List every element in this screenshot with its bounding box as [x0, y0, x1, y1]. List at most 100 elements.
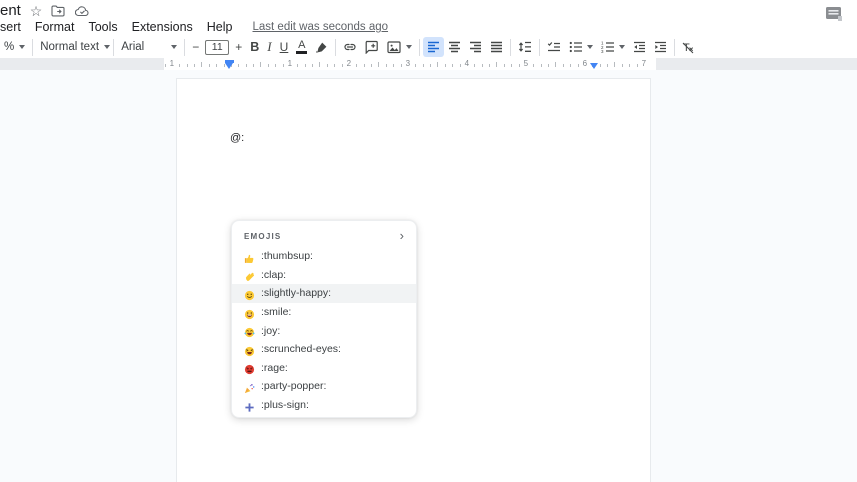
- increase-indent-icon: [655, 41, 667, 53]
- text-color-button[interactable]: A: [292, 37, 311, 57]
- emoji-list: :thumbsup::clap::slightly-happy::smile::…: [232, 247, 416, 414]
- insert-image-button[interactable]: [383, 37, 416, 57]
- emoji-suggestion-menu: EMOJIS › :thumbsup::clap::slightly-happy…: [231, 220, 417, 418]
- insert-link-button[interactable]: [339, 37, 361, 57]
- scrunched-eyes-emoji: [244, 344, 255, 356]
- bold-button[interactable]: B: [246, 37, 263, 57]
- clap-emoji: [244, 269, 255, 282]
- font-size-input[interactable]: 11: [205, 39, 230, 55]
- chevron-down-icon: [406, 45, 413, 49]
- font-size-increase-button[interactable]: +: [231, 37, 246, 57]
- highlighter-pen-icon: [316, 42, 327, 53]
- font-size-decrease-button[interactable]: −: [188, 37, 203, 57]
- divider: [419, 38, 421, 56]
- emoji-item-label: :clap:: [261, 268, 287, 281]
- image-icon: [387, 40, 401, 53]
- line-spacing-button[interactable]: [514, 37, 536, 57]
- comment-plus-icon: [365, 40, 379, 54]
- align-left-button[interactable]: [423, 37, 445, 57]
- divider: [335, 38, 337, 56]
- numbered-list-icon: 123: [601, 41, 615, 53]
- chevron-down-icon: [104, 45, 111, 49]
- chevron-down-icon: [171, 45, 178, 49]
- divider: [510, 38, 512, 56]
- highlight-color-button[interactable]: [311, 37, 332, 57]
- line-spacing-icon: [519, 41, 532, 52]
- emoji-item-slightly-happy[interactable]: :slightly-happy:: [232, 284, 416, 303]
- emoji-item-plus-sign[interactable]: :plus-sign:: [232, 396, 416, 415]
- divider: [674, 38, 676, 56]
- link-icon: [344, 43, 356, 51]
- add-comment-button[interactable]: [361, 37, 383, 57]
- align-center-button[interactable]: [444, 37, 465, 57]
- menu-format[interactable]: Format: [35, 20, 75, 34]
- emoji-item-joy[interactable]: :joy:: [232, 321, 416, 340]
- align-left-icon: [428, 41, 440, 53]
- star-icon[interactable]: ☆: [28, 3, 44, 19]
- document-text[interactable]: @:: [230, 132, 244, 144]
- emoji-item-label: :thumbsup:: [261, 250, 313, 263]
- chevron-down-icon: [19, 45, 26, 49]
- chevron-down-icon: [619, 45, 626, 49]
- emoji-item-label: :party-popper:: [261, 380, 327, 393]
- font-select[interactable]: Arial: [117, 37, 181, 57]
- divider: [184, 38, 186, 56]
- emoji-item-label: :scrunched-eyes:: [261, 343, 341, 356]
- emoji-item-thumbsup[interactable]: :thumbsup:: [232, 247, 416, 266]
- align-right-icon: [470, 41, 482, 53]
- thumbsup-emoji: [244, 251, 255, 263]
- menubar: sert Format Tools Extensions Help Last e…: [0, 19, 388, 35]
- divider: [113, 38, 115, 56]
- increase-indent-button[interactable]: [650, 37, 671, 57]
- smile-emoji: [244, 307, 255, 319]
- align-justify-button[interactable]: [486, 37, 507, 57]
- emoji-item-label: :slightly-happy:: [261, 287, 332, 300]
- decrease-indent-button[interactable]: [629, 37, 650, 57]
- checklist-button[interactable]: [543, 37, 565, 57]
- clear-formatting-icon: T: [682, 42, 694, 54]
- plus-sign-emoji: [244, 400, 255, 412]
- emoji-menu-title: EMOJIS: [244, 231, 282, 241]
- menu-tools[interactable]: Tools: [88, 20, 117, 34]
- align-right-button[interactable]: [465, 37, 486, 57]
- bulleted-list-button[interactable]: [565, 37, 597, 57]
- ruler[interactable]: 11234567: [0, 58, 857, 70]
- checklist-icon: [548, 42, 561, 52]
- decrease-indent-icon: [634, 41, 646, 53]
- document-title[interactable]: ent: [0, 2, 21, 19]
- document-canvas: @: EMOJIS › :thumbsup::clap::slightly-ha…: [0, 70, 857, 482]
- rage-emoji: [244, 362, 255, 375]
- party-popper-emoji: [244, 381, 255, 394]
- chevron-right-icon[interactable]: ›: [400, 229, 404, 242]
- emoji-item-smile[interactable]: :smile:: [232, 303, 416, 322]
- emoji-menu-header[interactable]: EMOJIS ›: [232, 221, 416, 247]
- google-docs-window: ent ☆ sert Format Tools Extensions Help …: [0, 0, 857, 482]
- joy-emoji: [244, 325, 255, 338]
- side-panel-icon[interactable]: [825, 6, 843, 22]
- emoji-item-scrunched-eyes[interactable]: :scrunched-eyes:: [232, 340, 416, 359]
- emoji-item-label: :smile:: [261, 306, 292, 319]
- last-edit-link[interactable]: Last edit was seconds ago: [253, 21, 389, 33]
- clear-formatting-button[interactable]: T: [678, 37, 700, 57]
- paragraph-style-select[interactable]: Normal text: [36, 37, 111, 57]
- right-indent-marker[interactable]: [590, 63, 598, 69]
- toolbar: % Normal text Arial − 11 + B I U A 1 2 3…: [0, 36, 700, 58]
- emoji-item-clap[interactable]: :clap:: [232, 266, 416, 285]
- menu-help[interactable]: Help: [207, 20, 233, 34]
- menu-insert-fragment[interactable]: sert: [0, 20, 21, 34]
- svg-text:3: 3: [601, 49, 604, 53]
- move-to-folder-icon[interactable]: [50, 3, 66, 19]
- slightly-happy-emoji: [244, 288, 255, 301]
- emoji-item-rage[interactable]: :rage:: [232, 359, 416, 378]
- underline-button[interactable]: U: [276, 37, 293, 57]
- menu-extensions[interactable]: Extensions: [132, 20, 193, 34]
- bulleted-list-icon: [570, 41, 583, 53]
- italic-button[interactable]: I: [263, 37, 275, 57]
- titlebar: ent ☆: [0, 0, 857, 22]
- emoji-item-party-popper[interactable]: :party-popper:: [232, 377, 416, 396]
- left-indent-marker[interactable]: [225, 60, 234, 69]
- numbered-list-button[interactable]: 123: [597, 37, 629, 57]
- cloud-saved-icon[interactable]: [74, 3, 90, 19]
- align-justify-icon: [491, 41, 503, 53]
- zoom-select[interactable]: %: [0, 37, 29, 57]
